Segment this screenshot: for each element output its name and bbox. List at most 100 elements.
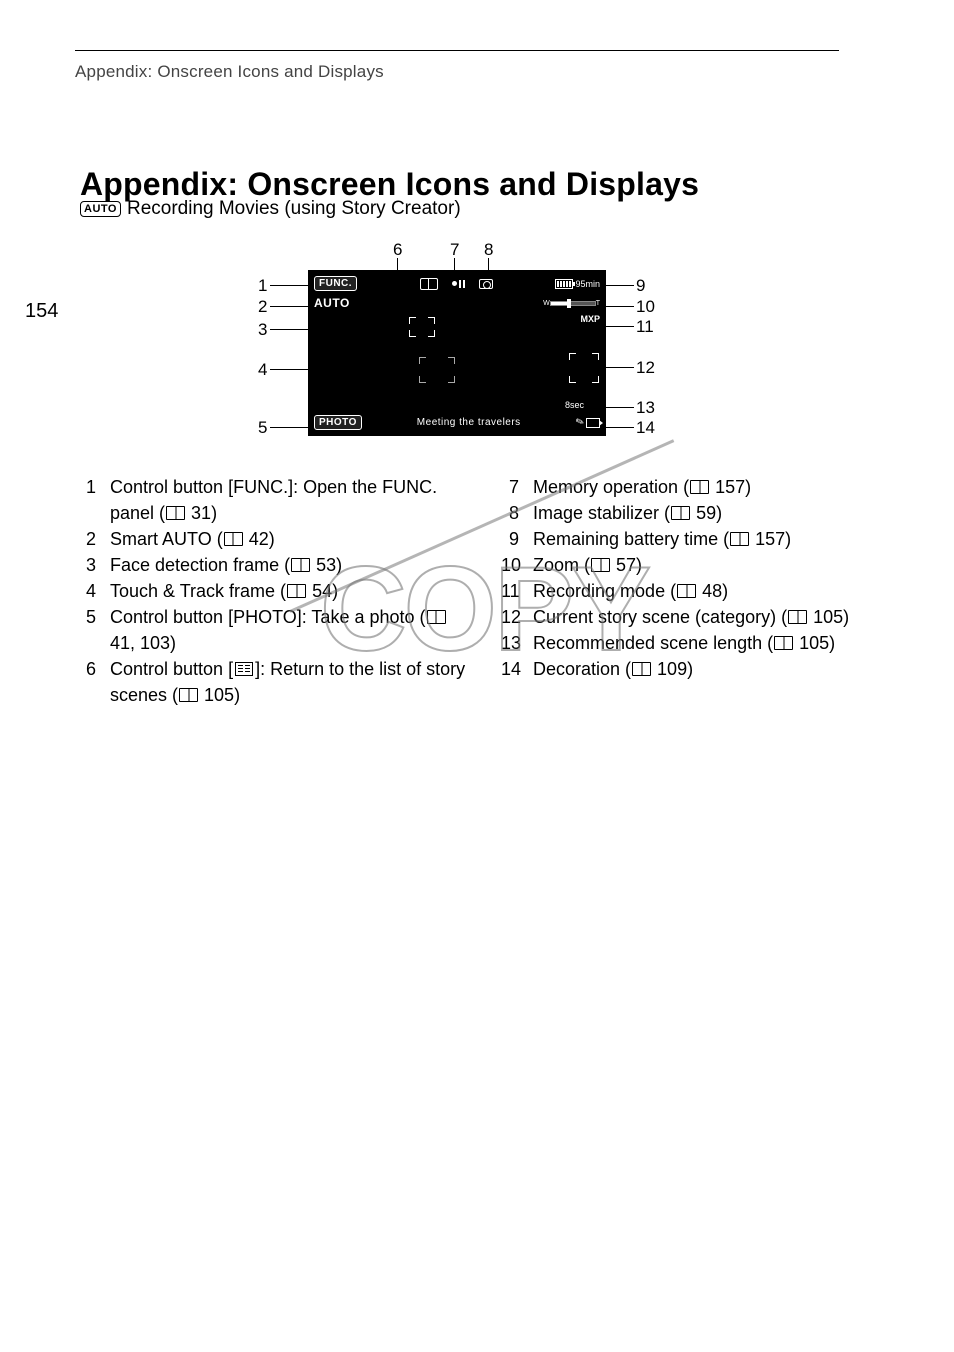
legend-ref: 105) (199, 685, 240, 705)
legend-ref: 53) (311, 555, 342, 575)
legend-item: 8 Image stabilizer ( 59) (501, 500, 894, 526)
book-icon (632, 662, 651, 676)
legend-ref: 54) (307, 581, 338, 601)
callout-3: 3 (258, 320, 267, 340)
legend-text-pre: Control button [ (110, 659, 233, 679)
legend: 1 Control button [FUNC.]: Open the FUNC.… (78, 474, 894, 708)
callout-5: 5 (258, 418, 267, 438)
subtitle-text: Recording Movies (using Story Creator) (127, 198, 461, 220)
legend-item: 9 Remaining battery time ( 157) (501, 526, 894, 552)
touch-track-frame-icon (418, 356, 456, 384)
face-detection-frame-icon (408, 316, 436, 338)
recording-mode-label: MXP (580, 314, 600, 324)
scene-title: Meeting the travelers (417, 417, 521, 428)
legend-num: 2 (78, 526, 96, 552)
func-button[interactable]: FUNC. (314, 276, 357, 291)
callout-10: 10 (636, 297, 655, 317)
auto-badge-icon: AUTO (80, 201, 121, 217)
book-icon (179, 688, 198, 702)
zoom-bar[interactable]: W T (543, 300, 600, 307)
legend-item: 3 Face detection frame ( 53) (78, 552, 471, 578)
legend-item: 13 Recommended scene length ( 105) (501, 630, 894, 656)
decoration-icon[interactable]: ✎ (576, 417, 600, 428)
legend-item: 7 Memory operation ( 157) (501, 474, 894, 500)
zoom-w-label: W (543, 300, 550, 307)
legend-num: 6 (78, 656, 96, 708)
callout-4: 4 (258, 360, 267, 380)
legend-num: 12 (501, 604, 519, 630)
book-icon (690, 480, 709, 494)
legend-num: 7 (501, 474, 519, 500)
legend-num: 1 (78, 474, 96, 526)
photo-button[interactable]: PHOTO (314, 415, 362, 430)
image-stabilizer-icon (479, 279, 493, 289)
legend-num: 11 (501, 578, 519, 604)
legend-num: 5 (78, 604, 96, 656)
story-list-icon[interactable] (420, 278, 438, 290)
callout-2: 2 (258, 297, 267, 317)
book-icon (291, 558, 310, 572)
legend-item: 10 Zoom ( 57) (501, 552, 894, 578)
book-icon (166, 506, 185, 520)
callout-1: 1 (258, 276, 267, 296)
legend-text: Decoration ( (533, 659, 631, 679)
legend-ref: 42) (244, 529, 275, 549)
legend-text: Zoom ( (533, 555, 590, 575)
book-icon (774, 636, 793, 650)
battery-icon (555, 279, 573, 289)
legend-col-right: 7 Memory operation ( 157) 8 Image stabil… (501, 474, 894, 708)
legend-item: 2 Smart AUTO ( 42) (78, 526, 471, 552)
book-icon (427, 610, 446, 624)
legend-ref: 157) (710, 477, 751, 497)
battery-time: 95min (575, 279, 600, 289)
subtitle: AUTO Recording Movies (using Story Creat… (80, 198, 461, 220)
top-rule (75, 50, 839, 51)
legend-ref: 157) (750, 529, 791, 549)
legend-text: Face detection frame ( (110, 555, 290, 575)
legend-text: Control button [FUNC.]: Open the FUNC. p… (110, 477, 437, 523)
book-icon (788, 610, 807, 624)
diagram: 6 7 8 1 2 3 4 5 9 10 11 12 13 14 (258, 240, 648, 460)
legend-num: 10 (501, 552, 519, 578)
legend-ref: 48) (697, 581, 728, 601)
legend-num: 3 (78, 552, 96, 578)
legend-text: Control button [PHOTO]: Take a photo ( (110, 607, 426, 627)
camera-screen: FUNC. 95min AUTO W T (308, 270, 606, 436)
book-icon (287, 584, 306, 598)
page-number: 154 (25, 300, 58, 323)
legend-item: 11 Recording mode ( 48) (501, 578, 894, 604)
legend-item: 1 Control button [FUNC.]: Open the FUNC.… (78, 474, 471, 526)
story-list-icon (235, 662, 253, 676)
scene-length: 8sec (565, 400, 584, 410)
legend-num: 14 (501, 656, 519, 682)
legend-num: 8 (501, 500, 519, 526)
legend-text: Smart AUTO ( (110, 529, 223, 549)
legend-ref: 57) (611, 555, 642, 575)
story-scene-bracket-icon (568, 352, 600, 384)
callout-12: 12 (636, 358, 655, 378)
legend-item: 6 Control button []: Return to the list … (78, 656, 471, 708)
auto-mode-label: AUTO (314, 296, 350, 310)
callout-14: 14 (636, 418, 655, 438)
legend-ref: 109) (652, 659, 693, 679)
breadcrumb: Appendix: Onscreen Icons and Displays (75, 62, 384, 82)
callout-9: 9 (636, 276, 645, 296)
book-icon (591, 558, 610, 572)
legend-text: Memory operation ( (533, 477, 689, 497)
callout-13: 13 (636, 398, 655, 418)
legend-num: 9 (501, 526, 519, 552)
legend-text: Recommended scene length ( (533, 633, 773, 653)
legend-num: 4 (78, 578, 96, 604)
book-icon (224, 532, 243, 546)
legend-ref: 41, 103) (110, 633, 176, 653)
legend-text: Recording mode ( (533, 581, 676, 601)
legend-ref: 31) (186, 503, 217, 523)
legend-item: 12 Current story scene (category) ( 105) (501, 604, 894, 630)
record-pause-icon (452, 280, 465, 288)
legend-text: Current story scene (category) ( (533, 607, 787, 627)
legend-num: 13 (501, 630, 519, 656)
legend-text: Remaining battery time ( (533, 529, 729, 549)
book-icon (730, 532, 749, 546)
legend-text: Image stabilizer ( (533, 503, 670, 523)
legend-item: 4 Touch & Track frame ( 54) (78, 578, 471, 604)
